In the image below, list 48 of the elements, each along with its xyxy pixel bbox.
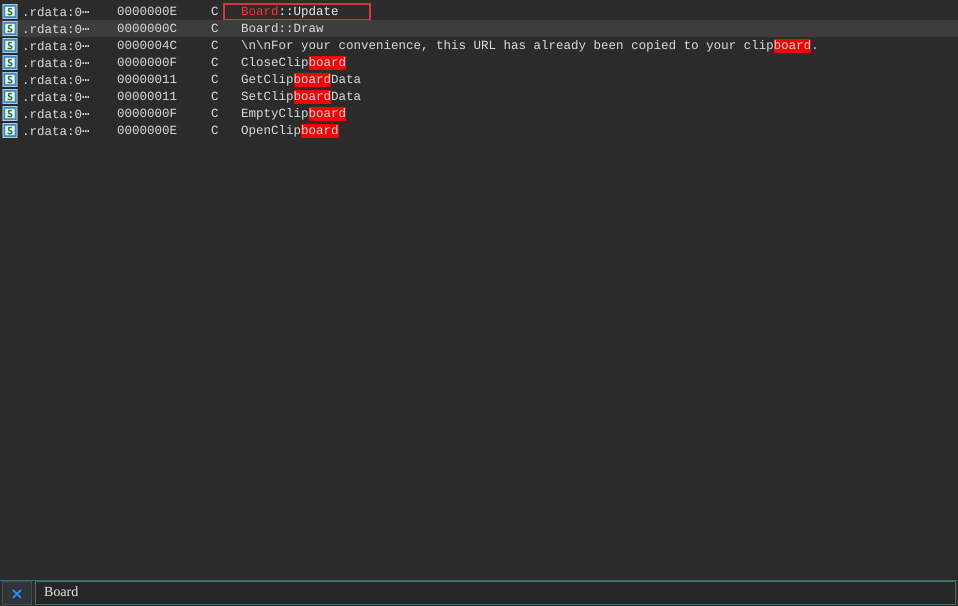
length-cell-text: 0000000E bbox=[117, 124, 178, 138]
string-cell-text: GetClipboardData bbox=[240, 72, 362, 88]
type-cell-text: C bbox=[211, 90, 220, 104]
string-row[interactable]: .rdata:0⋯ 0000000F C EmptyClipboard bbox=[0, 105, 958, 122]
type-cell-text: C bbox=[211, 38, 220, 52]
address-cell-text: .rdata:0⋯ bbox=[22, 4, 91, 20]
string-icon bbox=[2, 4, 18, 19]
string-icon bbox=[2, 72, 18, 87]
address-cell-text: .rdata:0⋯ bbox=[22, 124, 91, 138]
type-cell-text: C bbox=[211, 22, 220, 36]
length-cell-text: 0000000F bbox=[117, 56, 178, 70]
length-cell-text: 0000000C bbox=[117, 22, 178, 36]
address-cell-text: .rdata:0⋯ bbox=[22, 22, 91, 36]
string-icon bbox=[2, 21, 18, 36]
string-cell-text: Board::Draw bbox=[240, 20, 325, 38]
string-cell-text: CloseClipboard bbox=[240, 54, 348, 72]
string-row[interactable]: .rdata:0⋯ 0000000C C Board::Draw bbox=[0, 20, 958, 37]
string-cell-text: \n\nFor your convenience, this URL has already been copied to your clipboard. bbox=[240, 38, 820, 54]
string-row[interactable]: .rdata:0⋯ 0000004C C \n\nFor your convenience, this URL has already been copied to your clipboard. bbox=[0, 37, 958, 54]
type-cell-text: C bbox=[211, 56, 220, 70]
string-cell-text: EmptyClipboard bbox=[240, 106, 348, 122]
string-row[interactable]: .rdata:0⋯ 0000000F C CloseClipboard bbox=[0, 54, 958, 71]
string-icon bbox=[2, 38, 18, 53]
length-cell-text: 0000000E bbox=[117, 4, 178, 18]
address-cell-text: .rdata:0⋯ bbox=[22, 106, 91, 122]
string-row[interactable]: .rdata:0⋯ 00000011 C SetClipboardData bbox=[0, 88, 958, 105]
length-cell-text: 0000004C bbox=[117, 38, 178, 52]
string-icon bbox=[2, 55, 18, 70]
string-cell-text: SetClipboardData bbox=[240, 88, 362, 106]
search-field[interactable]: Board bbox=[35, 581, 956, 605]
address-cell-text: .rdata:0⋯ bbox=[22, 56, 91, 70]
type-cell-text: C bbox=[211, 72, 220, 86]
length-cell-text: 00000011 bbox=[117, 90, 178, 104]
address-cell-text: .rdata:0⋯ bbox=[22, 38, 91, 54]
type-cell-text: C bbox=[211, 124, 220, 138]
string-icon bbox=[2, 123, 18, 138]
type-cell-text: C bbox=[211, 106, 220, 120]
string-cell-text: OpenClipboard bbox=[240, 122, 340, 140]
type-cell-text: C bbox=[211, 4, 220, 18]
string-icon bbox=[2, 89, 18, 104]
length-cell-text: 00000011 bbox=[117, 72, 178, 86]
close-button[interactable]: × bbox=[2, 581, 32, 605]
length-cell-text: 0000000F bbox=[117, 106, 178, 120]
string-row[interactable]: .rdata:0⋯ 0000000E C OpenClipboard bbox=[0, 122, 958, 139]
address-cell-text: .rdata:0⋯ bbox=[22, 90, 91, 104]
string-row[interactable]: .rdata:0⋯ 00000011 C GetClipboardData bbox=[0, 71, 958, 88]
string-icon bbox=[2, 106, 18, 121]
address-cell-text: .rdata:0⋯ bbox=[22, 72, 91, 88]
